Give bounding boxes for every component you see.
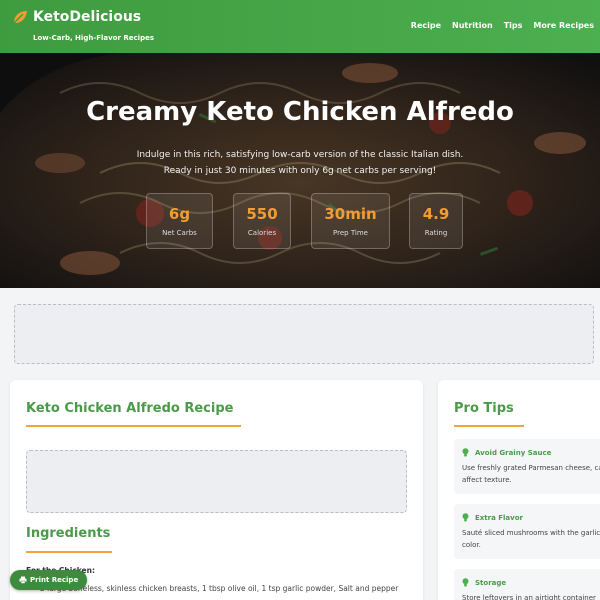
nav-more-recipes[interactable]: More Recipes	[533, 21, 594, 30]
ingredients-underline	[26, 551, 112, 553]
recipe-title: Creamy Keto Chicken Alfredo	[86, 97, 514, 127]
tip-item: Avoid Grainy Sauce Use freshly grated Pa…	[454, 439, 600, 494]
tip-title: Avoid Grainy Sauce	[475, 448, 552, 457]
tip-text: Use freshly grated Parmesan cheese, can …	[462, 464, 600, 484]
ingredient-list-item: 2 large boneless, skinless chicken breas…	[40, 584, 399, 593]
tip-text: Store leftovers in an airtight container	[462, 594, 596, 600]
recipe-card-title: Keto Chicken Alfredo Recipe	[26, 401, 234, 416]
nav-tips[interactable]: Tips	[504, 21, 523, 30]
print-button-label: Print Recipe	[30, 576, 79, 584]
stat-label: Rating	[424, 229, 448, 237]
stat-prep-time: 30min Prep Time	[311, 193, 390, 249]
lightbulb-icon	[462, 578, 469, 587]
nav-recipe[interactable]: Recipe	[411, 21, 441, 30]
tip-item: Extra Flavor Sauté sliced mushrooms with…	[454, 504, 600, 559]
stat-label: Prep Time	[333, 229, 368, 237]
recipe-card: Keto Chicken Alfredo Recipe Ingredients …	[10, 380, 423, 600]
lightbulb-icon	[462, 513, 469, 522]
stat-value: 550	[246, 205, 278, 223]
leaf-icon	[13, 11, 27, 24]
tip-item: Storage Store leftovers in an airtight c…	[454, 569, 600, 600]
pro-tips-card: Pro Tips Avoid Grainy Sauce Use freshly …	[438, 380, 600, 600]
hero-subtitle: Indulge in this rich, satisfying low-car…	[0, 147, 600, 179]
brand[interactable]: KetoDelicious	[12, 9, 141, 25]
stat-value: 4.9	[422, 205, 450, 223]
hero-subtitle-line1: Indulge in this rich, satisfying low-car…	[136, 150, 464, 160]
main-nav: Recipe Nutrition Tips More Recipes	[411, 21, 594, 30]
brand-title: KetoDelicious	[33, 9, 142, 25]
tip-title: Extra Flavor	[475, 513, 523, 522]
site-header: KetoDelicious Low-Carb, High-Flavor Reci…	[0, 0, 600, 53]
hero-section: Creamy Keto Chicken Alfredo Indulge in t…	[0, 53, 600, 288]
ad-placeholder	[14, 304, 594, 364]
stat-label: Calories	[247, 229, 277, 237]
printer-icon	[19, 576, 27, 584]
stat-value: 6g	[168, 205, 191, 223]
tip-text: Sauté sliced mushrooms with the garlic c…	[462, 529, 600, 549]
stat-net-carbs: 6g Net Carbs	[146, 193, 213, 249]
nav-nutrition[interactable]: Nutrition	[452, 21, 493, 30]
stat-label: Net Carbs	[162, 229, 197, 237]
ingredients-title: Ingredients	[26, 526, 111, 541]
hero-subtitle-line2: Ready in just 30 minutes with only 6g ne…	[163, 166, 437, 176]
brand-tagline: Low-Carb, High-Flavor Recipes	[33, 34, 154, 42]
title-underline	[26, 425, 241, 427]
ad-placeholder-inner	[26, 450, 407, 513]
print-recipe-button[interactable]: Print Recipe	[10, 570, 88, 590]
tips-underline	[454, 425, 524, 427]
lightbulb-icon	[462, 448, 469, 457]
stat-rating: 4.9 Rating	[409, 193, 463, 249]
pro-tips-title: Pro Tips	[454, 401, 514, 416]
stat-calories: 550 Calories	[233, 193, 291, 249]
stat-value: 30min	[324, 205, 377, 223]
tip-title: Storage	[475, 578, 507, 587]
recipe-stats: 6g Net Carbs 550 Calories 30min Prep Tim…	[0, 193, 600, 249]
